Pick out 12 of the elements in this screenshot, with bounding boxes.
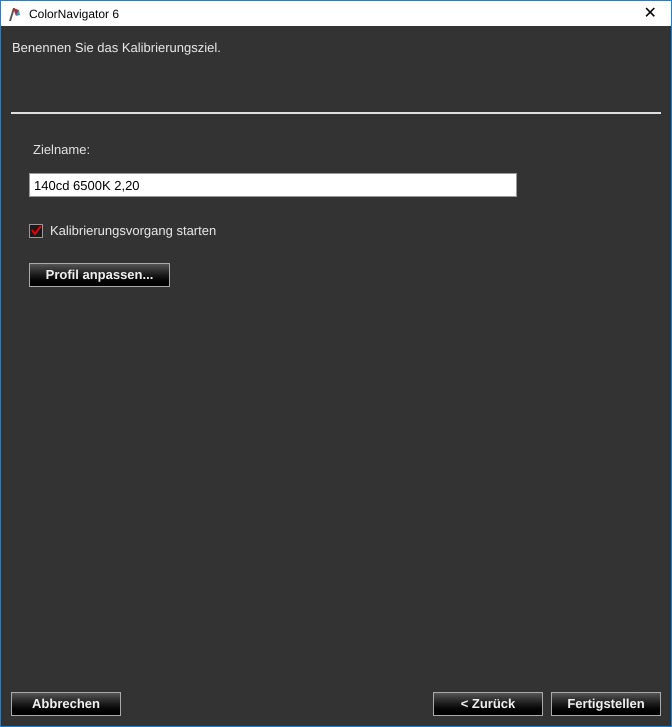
close-button[interactable]: ✕ [635, 2, 665, 26]
dialog-button[interactable]: Fertigstellen [551, 692, 661, 716]
window-title: ColorNavigator 6 [29, 6, 120, 22]
dialog-button[interactable]: Abbrechen [11, 692, 121, 716]
checkbox[interactable] [29, 224, 43, 238]
app-icon [7, 6, 21, 22]
checkbox-label: Kalibrierungsvorgang starten [50, 222, 216, 240]
adjust-profile-button[interactable]: Profil anpassen... [29, 262, 170, 286]
dialog-button[interactable]: < Zurück [433, 692, 543, 716]
field-label: Zielname: [33, 140, 90, 158]
target-name-field[interactable]: 140cd 6500K 2,20 [29, 173, 517, 197]
step-heading: Benennen Sie das Kalibrierungsziel. [12, 39, 222, 57]
